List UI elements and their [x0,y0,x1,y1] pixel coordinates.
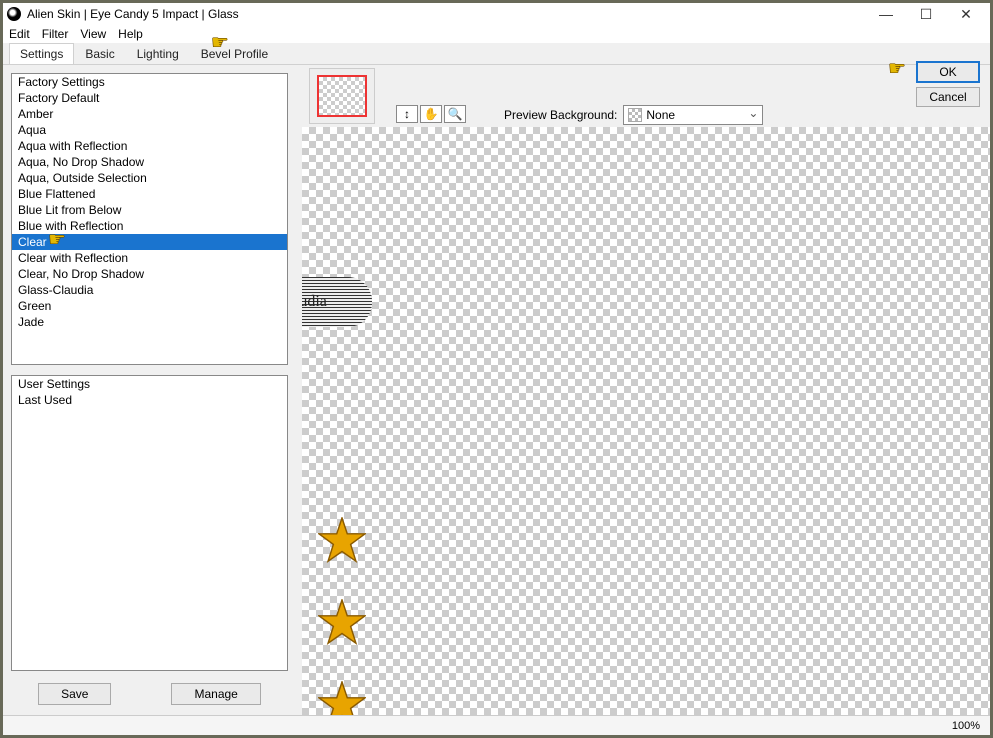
hand-tool-icon[interactable]: ✋ [420,105,442,123]
tool-icons: ↕ ✋ 🔍 [396,105,466,123]
list-item[interactable]: Last Used [12,392,287,408]
preview-background-value: None [646,108,675,122]
settings-buttons: Save Manage [11,681,288,707]
tab-basic[interactable]: Basic [74,43,125,64]
list-item[interactable]: Aqua, No Drop Shadow [12,154,287,170]
list-item[interactable]: Blue Flattened [12,186,287,202]
preview-canvas[interactable]: Claudia [302,127,990,715]
menu-filter[interactable]: Filter [42,27,69,41]
star-shape [318,681,366,715]
tab-lighting[interactable]: Lighting [126,43,190,64]
list-item[interactable]: Aqua, Outside Selection [12,170,287,186]
list-item[interactable]: Aqua [12,122,287,138]
pointer-icon [48,233,72,249]
menu-edit[interactable]: Edit [9,27,30,41]
ok-label: OK [939,65,956,79]
tab-bar: Settings Basic Lighting Bevel Profile [3,43,990,65]
list-item[interactable]: Glass-Claudia [12,282,287,298]
window-controls: — ☐ ✕ [866,3,986,25]
app-icon [7,7,21,21]
list-item[interactable]: Jade [12,314,287,330]
cancel-button[interactable]: Cancel [916,87,980,107]
pointer-icon [211,36,235,52]
list-item[interactable]: Clear, No Drop Shadow [12,266,287,282]
list-item[interactable]: Clear with Reflection [12,250,287,266]
list-item[interactable]: Aqua with Reflection [12,138,287,154]
list-item[interactable]: Factory Default [12,90,287,106]
status-bar: 100% [3,715,990,735]
watermark: Claudia [302,277,372,327]
star-shape [318,599,366,647]
user-settings-list[interactable]: User Settings Last Used [11,375,288,671]
zoom-level: 100% [952,720,980,732]
minimize-button[interactable]: — [866,3,906,25]
preview-thumbnail[interactable] [310,69,374,123]
pointer-icon [888,62,912,78]
window-title: Alien Skin | Eye Candy 5 Impact | Glass [27,7,239,21]
maximize-button[interactable]: ☐ [906,3,946,25]
list-item[interactable]: Blue Lit from Below [12,202,287,218]
settings-panel: Factory Settings Factory Default Amber A… [3,65,296,715]
tab-settings[interactable]: Settings [9,43,74,64]
manage-button[interactable]: Manage [171,683,260,705]
transparency-swatch-icon [628,108,642,122]
menu-help[interactable]: Help [118,27,143,41]
move-tool-icon[interactable]: ↕ [396,105,418,123]
zoom-tool-icon[interactable]: 🔍 [444,105,466,123]
preview-background-row: Preview Background: None [504,105,763,125]
save-button[interactable]: Save [38,683,111,705]
list-item[interactable]: Green [12,298,287,314]
preview-background-select[interactable]: None [623,105,763,125]
preview-toolbar: ↕ ✋ 🔍 Preview Background: None OK Cancel [296,65,990,125]
factory-settings-list[interactable]: Factory Settings Factory Default Amber A… [11,73,288,365]
list-header: Factory Settings [12,74,287,90]
title-bar: Alien Skin | Eye Candy 5 Impact | Glass … [3,3,990,25]
close-button[interactable]: ✕ [946,3,986,25]
preview-area: ↕ ✋ 🔍 Preview Background: None OK Cancel [296,65,990,715]
menu-view[interactable]: View [80,27,106,41]
star-shape [318,517,366,565]
list-item[interactable]: Amber [12,106,287,122]
list-header: User Settings [12,376,287,392]
menu-bar: Edit Filter View Help [3,25,990,43]
dialog-buttons: OK Cancel [916,61,980,107]
preview-background-label: Preview Background: [504,108,617,122]
list-item-label: Clear [18,235,47,249]
ok-button[interactable]: OK [916,61,980,83]
list-item-selected[interactable]: Clear [12,234,287,250]
